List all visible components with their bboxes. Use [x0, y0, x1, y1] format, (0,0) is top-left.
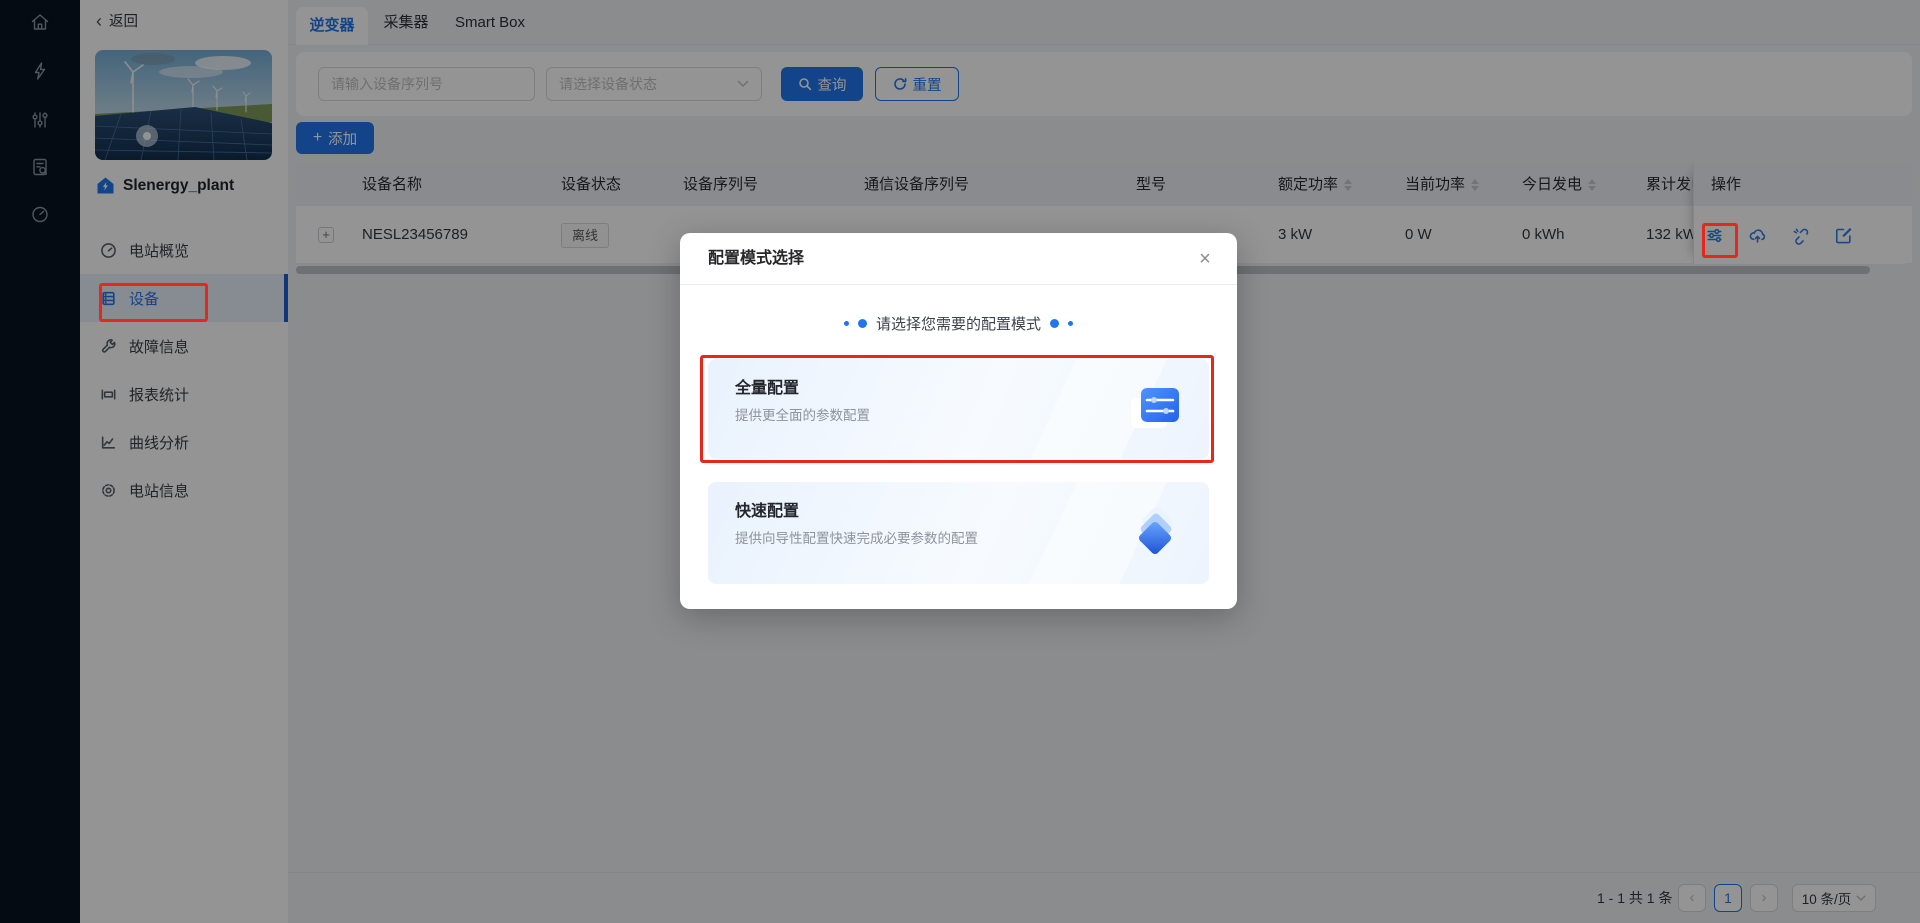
- dot-icon: [857, 318, 867, 328]
- dot-icon: [1050, 318, 1059, 328]
- modal-header: 配置模式选择 ×: [680, 233, 1237, 285]
- config-mode-modal: 配置模式选择 × 请选择您需要的配置模式 全量配置 提供更全面的参数配置 快速配…: [680, 233, 1237, 609]
- option-title: 快速配置: [735, 503, 800, 520]
- modal-title: 配置模式选择: [708, 250, 805, 267]
- modal-prompt-row: 请选择您需要的配置模式: [680, 310, 1237, 336]
- modal-prompt: 请选择您需要的配置模式: [875, 315, 1041, 333]
- close-icon[interactable]: ×: [1193, 247, 1217, 271]
- option-quick-config[interactable]: 快速配置 提供向导性配置快速完成必要参数的配置: [708, 482, 1209, 584]
- option-desc: 提供更全面的参数配置: [735, 408, 870, 423]
- dot-icon: [1068, 320, 1073, 326]
- option-title: 全量配置: [735, 380, 800, 397]
- dot-icon: [843, 320, 849, 326]
- app-window: ‹ 返回 Slenergy_plant 电站概览 设备 故障信息 报表统计 曲线…: [0, 0, 1920, 923]
- option-desc: 提供向导性配置快速完成必要参数的配置: [735, 531, 978, 546]
- option-full-config[interactable]: 全量配置 提供更全面的参数配置: [708, 359, 1209, 459]
- quick-config-icon: [1129, 506, 1181, 558]
- full-config-icon: [1129, 384, 1181, 434]
